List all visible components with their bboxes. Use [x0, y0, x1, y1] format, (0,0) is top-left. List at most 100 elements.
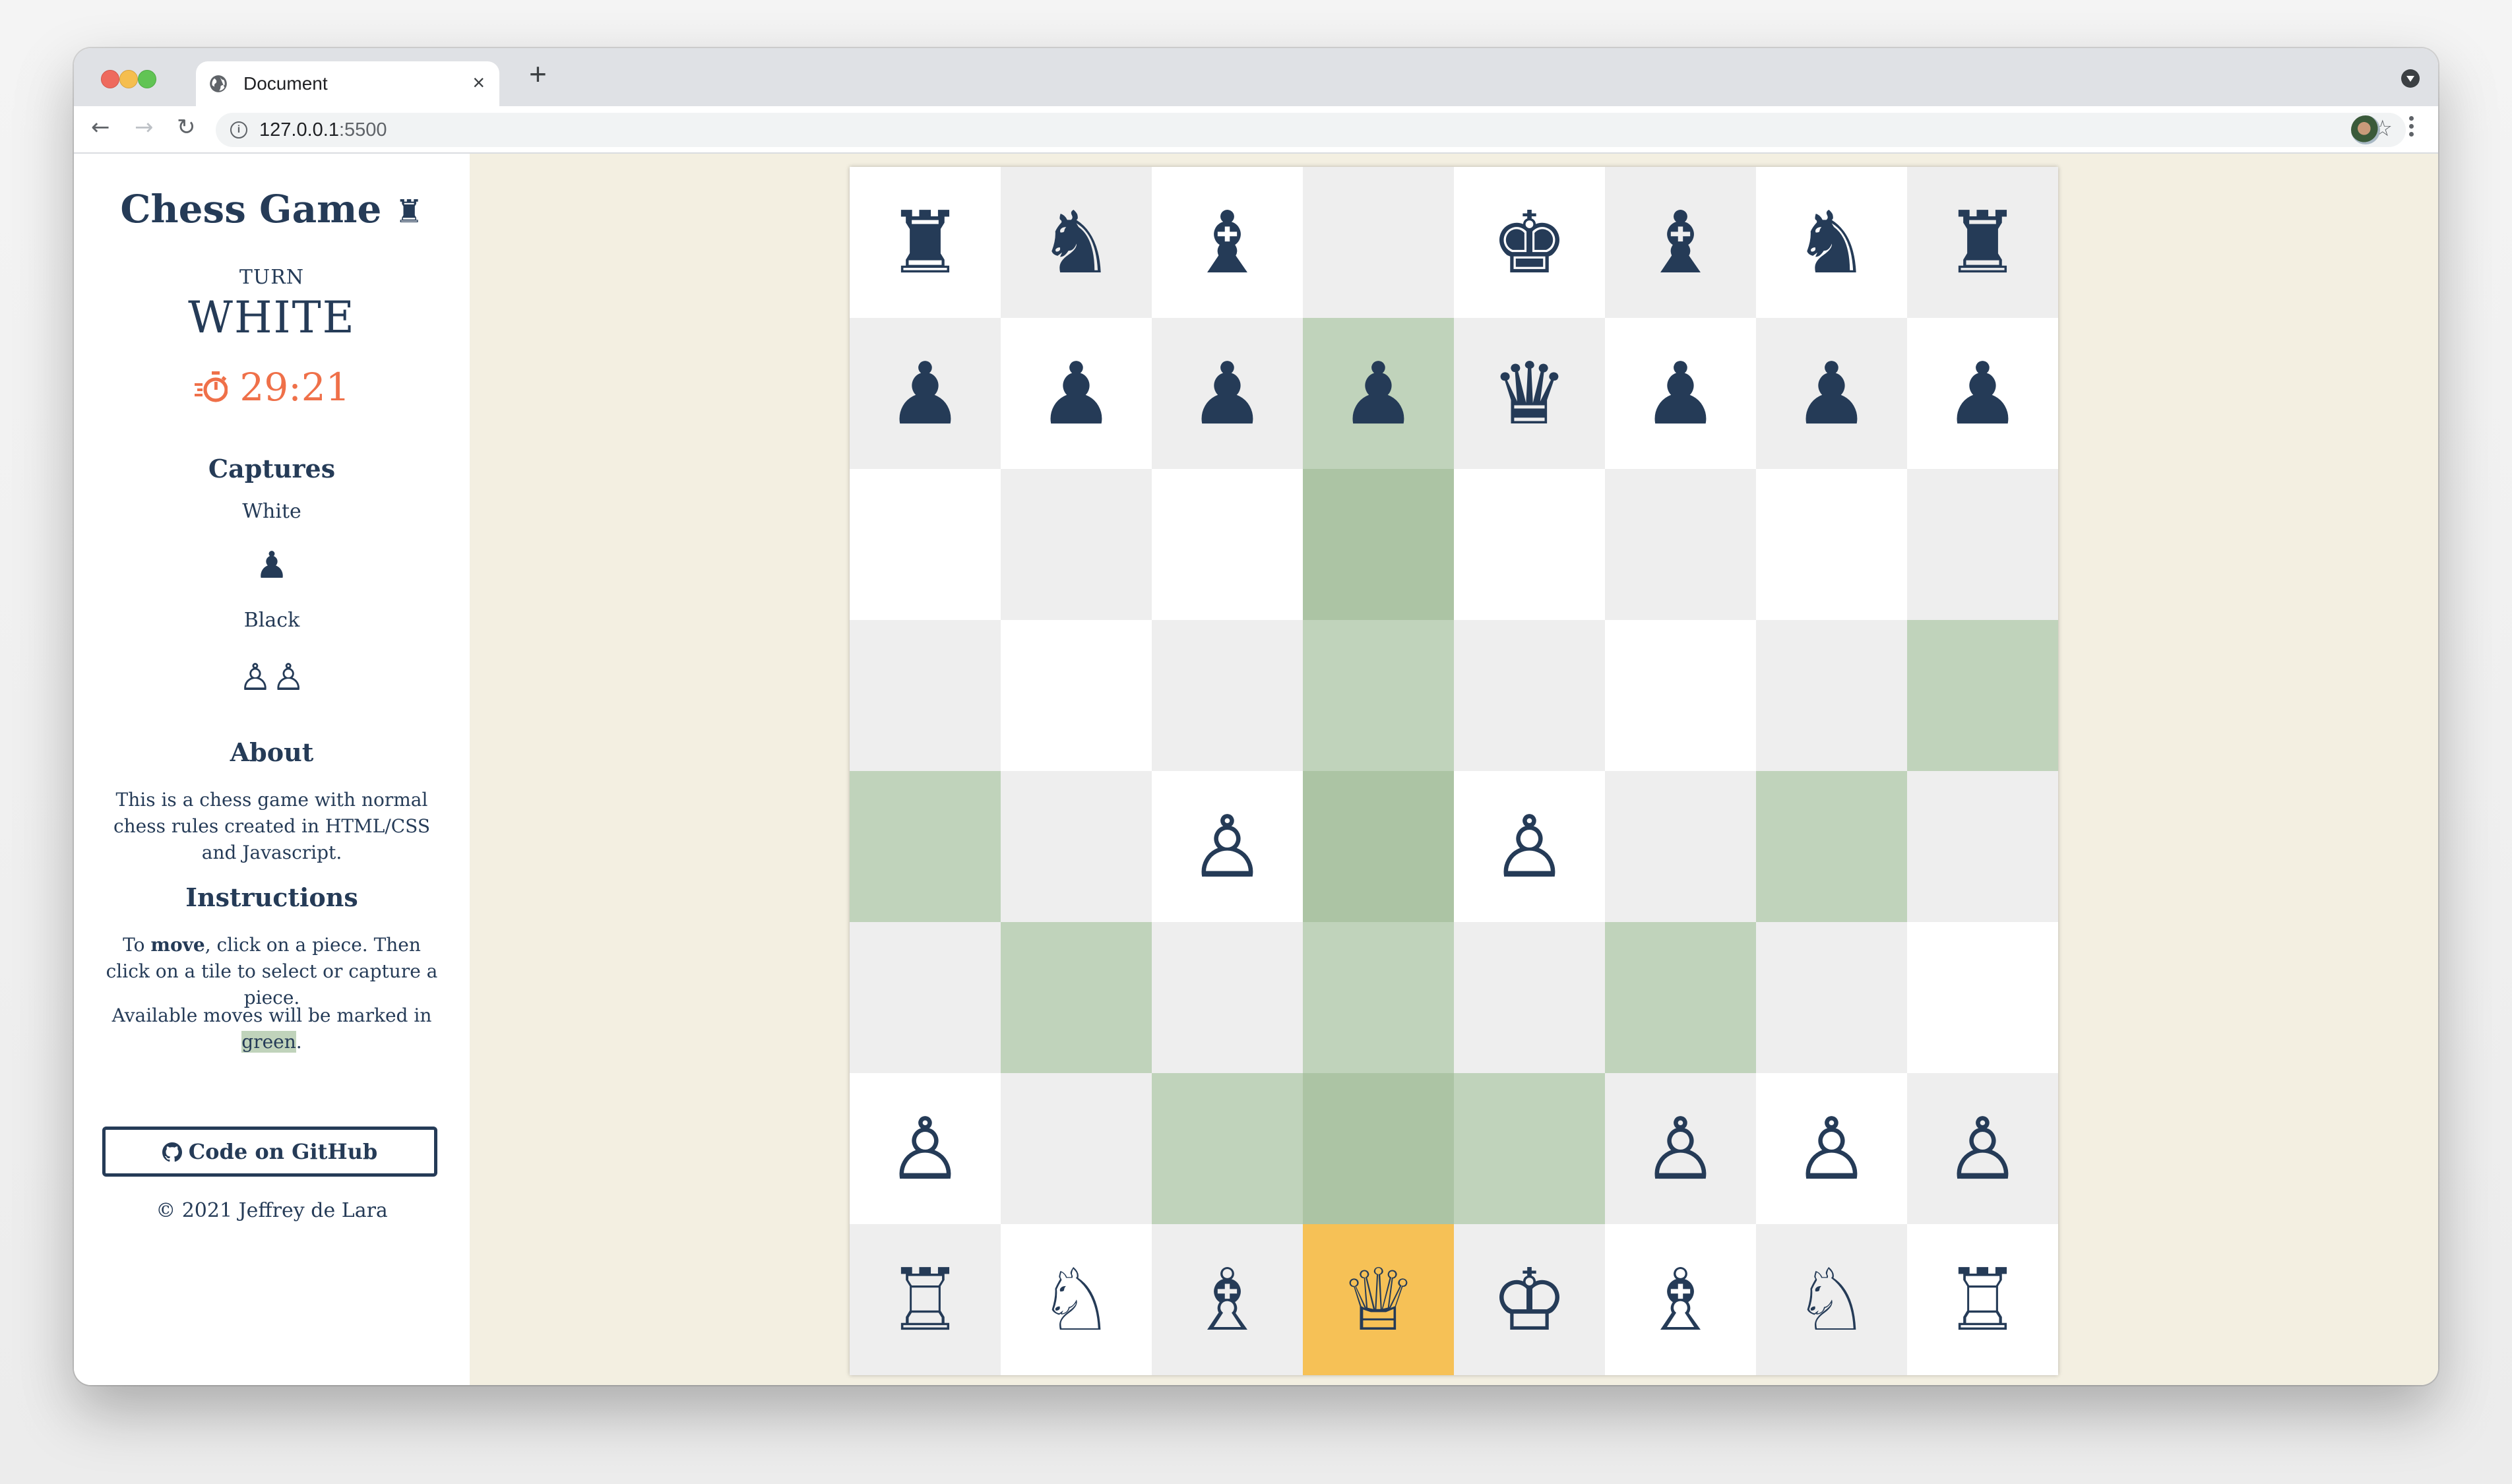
tile-g3[interactable] [1756, 922, 1907, 1073]
white-knight-icon[interactable]: ♘ [1793, 1257, 1870, 1343]
tile-c1[interactable]: ♗ [1152, 1224, 1303, 1375]
white-knight-icon[interactable]: ♘ [1038, 1257, 1115, 1343]
tile-b5[interactable] [1001, 620, 1152, 771]
white-pawn-icon[interactable]: ♙ [1944, 1106, 2021, 1192]
tile-d3[interactable] [1303, 922, 1454, 1073]
black-pawn-icon[interactable]: ♟ [887, 351, 964, 437]
tab-document[interactable]: Document × [196, 61, 499, 106]
tile-c6[interactable] [1152, 469, 1303, 620]
tile-g7[interactable]: ♟ [1756, 318, 1907, 469]
tile-a4[interactable] [850, 771, 1001, 922]
tile-d6[interactable] [1303, 469, 1454, 620]
tile-f3[interactable] [1605, 922, 1756, 1073]
tile-d8[interactable] [1303, 167, 1454, 318]
tile-h6[interactable] [1907, 469, 2058, 620]
tile-g2[interactable]: ♙ [1756, 1073, 1907, 1224]
tile-b1[interactable]: ♘ [1001, 1224, 1152, 1375]
tile-b7[interactable]: ♟ [1001, 318, 1152, 469]
black-pawn-icon[interactable]: ♟ [1340, 351, 1417, 437]
new-tab-button[interactable]: + [529, 59, 547, 89]
tile-h1[interactable]: ♖ [1907, 1224, 2058, 1375]
tile-b6[interactable] [1001, 469, 1152, 620]
tile-d7[interactable]: ♟ [1303, 318, 1454, 469]
tile-f2[interactable]: ♙ [1605, 1073, 1756, 1224]
url-text[interactable]: 127.0.0.1:5500 [259, 119, 387, 141]
tile-h4[interactable] [1907, 771, 2058, 922]
tile-a8[interactable]: ♜ [850, 167, 1001, 318]
back-button[interactable]: ← [91, 114, 110, 140]
black-knight-icon[interactable]: ♞ [1038, 200, 1115, 286]
profile-avatar[interactable] [2351, 115, 2380, 144]
white-rook-icon[interactable]: ♖ [1944, 1257, 2021, 1343]
tile-d2[interactable] [1303, 1073, 1454, 1224]
black-knight-icon[interactable]: ♞ [1793, 200, 1870, 286]
tile-h8[interactable]: ♜ [1907, 167, 2058, 318]
reload-button[interactable]: ↻ [177, 114, 196, 140]
tile-d5[interactable] [1303, 620, 1454, 771]
tile-e4[interactable]: ♙ [1454, 771, 1605, 922]
minimize-window-button[interactable] [119, 70, 138, 88]
tile-e1[interactable]: ♔ [1454, 1224, 1605, 1375]
tile-g4[interactable] [1756, 771, 1907, 922]
address-bar[interactable]: i 127.0.0.1:5500 ☆ [216, 113, 2406, 147]
black-pawn-icon[interactable]: ♟ [1793, 351, 1870, 437]
tile-g1[interactable]: ♘ [1756, 1224, 1907, 1375]
github-button[interactable]: Code on GitHub [102, 1127, 437, 1177]
tile-c5[interactable] [1152, 620, 1303, 771]
tile-a7[interactable]: ♟ [850, 318, 1001, 469]
close-window-button[interactable] [101, 70, 119, 88]
tile-f1[interactable]: ♗ [1605, 1224, 1756, 1375]
tab-search-icon[interactable] [2401, 69, 2420, 88]
black-pawn-icon[interactable]: ♟ [1189, 351, 1266, 437]
black-rook-icon[interactable]: ♜ [1944, 200, 2021, 286]
tile-c4[interactable]: ♙ [1152, 771, 1303, 922]
forward-button[interactable]: → [135, 114, 154, 140]
tile-e5[interactable] [1454, 620, 1605, 771]
black-king-icon[interactable]: ♚ [1491, 200, 1568, 286]
black-bishop-icon[interactable]: ♝ [1642, 200, 1719, 286]
white-pawn-icon[interactable]: ♙ [1189, 804, 1266, 890]
tile-a2[interactable]: ♙ [850, 1073, 1001, 1224]
tile-f7[interactable]: ♟ [1605, 318, 1756, 469]
tile-a5[interactable] [850, 620, 1001, 771]
black-rook-icon[interactable]: ♜ [887, 200, 964, 286]
white-rook-icon[interactable]: ♖ [887, 1257, 964, 1343]
tile-e8[interactable]: ♚ [1454, 167, 1605, 318]
tile-b4[interactable] [1001, 771, 1152, 922]
black-bishop-icon[interactable]: ♝ [1189, 200, 1266, 286]
tile-e7[interactable]: ♛ [1454, 318, 1605, 469]
tile-a3[interactable] [850, 922, 1001, 1073]
tile-e6[interactable] [1454, 469, 1605, 620]
tile-c8[interactable]: ♝ [1152, 167, 1303, 318]
tile-f8[interactable]: ♝ [1605, 167, 1756, 318]
tile-c2[interactable] [1152, 1073, 1303, 1224]
black-pawn-icon[interactable]: ♟ [1642, 351, 1719, 437]
tile-c3[interactable] [1152, 922, 1303, 1073]
tile-b8[interactable]: ♞ [1001, 167, 1152, 318]
tile-a1[interactable]: ♖ [850, 1224, 1001, 1375]
white-queen-icon[interactable]: ♕ [1340, 1257, 1417, 1343]
tile-g6[interactable] [1756, 469, 1907, 620]
maximize-window-button[interactable] [138, 70, 156, 88]
black-pawn-icon[interactable]: ♟ [1944, 351, 2021, 437]
white-bishop-icon[interactable]: ♗ [1642, 1257, 1719, 1343]
tile-a6[interactable] [850, 469, 1001, 620]
tile-h7[interactable]: ♟ [1907, 318, 2058, 469]
tile-b3[interactable] [1001, 922, 1152, 1073]
tile-f6[interactable] [1605, 469, 1756, 620]
tile-d4[interactable] [1303, 771, 1454, 922]
browser-menu-icon[interactable] [2409, 114, 2414, 143]
white-pawn-icon[interactable]: ♙ [887, 1106, 964, 1192]
tab-close-icon[interactable]: × [472, 71, 485, 95]
white-bishop-icon[interactable]: ♗ [1189, 1257, 1266, 1343]
tile-d1[interactable]: ♕ [1303, 1224, 1454, 1375]
tile-f4[interactable] [1605, 771, 1756, 922]
white-pawn-icon[interactable]: ♙ [1793, 1106, 1870, 1192]
tile-e3[interactable] [1454, 922, 1605, 1073]
white-king-icon[interactable]: ♔ [1491, 1257, 1568, 1343]
tile-b2[interactable] [1001, 1073, 1152, 1224]
tile-h5[interactable] [1907, 620, 2058, 771]
white-pawn-icon[interactable]: ♙ [1642, 1106, 1719, 1192]
site-info-icon[interactable]: i [230, 121, 247, 139]
black-queen-icon[interactable]: ♛ [1491, 351, 1568, 437]
